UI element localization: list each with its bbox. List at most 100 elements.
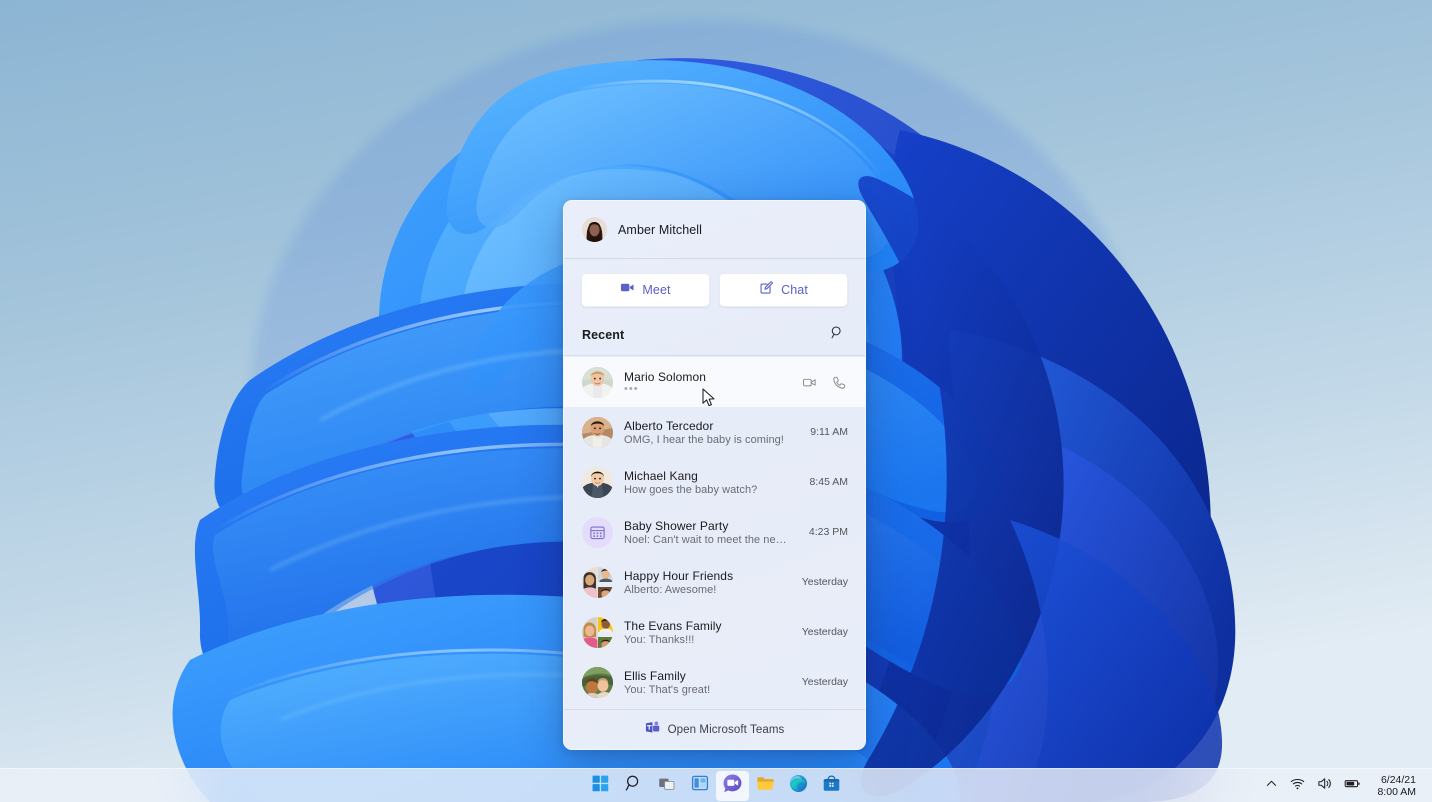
widgets-icon: [691, 774, 709, 797]
group-avatar-tile: [598, 617, 614, 638]
audio-call-icon[interactable]: [830, 373, 848, 391]
chat-item-hover-actions: [800, 373, 848, 391]
chat-item-text: Happy Hour Friends Alberto: Awesome!: [624, 569, 785, 596]
battery-button[interactable]: [1338, 772, 1367, 800]
chat-item-name: Michael Kang: [624, 469, 792, 483]
clock-and-date[interactable]: 6/24/21 8:00 AM: [1367, 772, 1424, 800]
teams-chat-flyout: Amber Mitchell Meet: [563, 200, 866, 750]
chat-item-time: Yesterday: [802, 576, 848, 588]
file-explorer-icon: [756, 774, 775, 798]
chat-item-preview: Noel: Can't wait to meet the new baby!: [624, 534, 792, 546]
task-view-button[interactable]: [650, 771, 683, 801]
recent-header: Recent: [564, 318, 865, 356]
open-microsoft-teams-button[interactable]: Open Microsoft Teams: [564, 709, 865, 749]
start-button[interactable]: [584, 771, 617, 801]
volume-button[interactable]: [1311, 772, 1338, 800]
group-avatar-tile: [582, 567, 598, 598]
chat-item-preview: You: That's great!: [624, 684, 785, 696]
group-avatar: [582, 617, 613, 648]
battery-icon: [1344, 776, 1361, 796]
show-hidden-icons-button[interactable]: [1259, 772, 1284, 800]
chat-item-name: Mario Solomon: [624, 370, 783, 384]
chat-item-time: Yesterday: [802, 676, 848, 688]
recent-title: Recent: [582, 328, 624, 342]
chat-item-name: Happy Hour Friends: [624, 569, 785, 583]
teams-chat-icon: [722, 773, 743, 799]
search-button[interactable]: [826, 324, 848, 346]
group-avatar-tile: [582, 617, 598, 648]
meet-button-label: Meet: [642, 283, 670, 297]
microsoft-store-icon: [822, 774, 841, 798]
wifi-icon: [1290, 776, 1305, 796]
chat-item-time: 9:11 AM: [810, 426, 848, 438]
taskbar: 6/24/21 8:00 AM: [0, 768, 1432, 802]
chat-item-time: Yesterday: [802, 626, 848, 638]
chat-list-item-alberto-tercedor[interactable]: Alberto Tercedor OMG, I hear the baby is…: [564, 407, 865, 457]
chat-item-name: Ellis Family: [624, 669, 785, 683]
desktop: Amber Mitchell Meet: [0, 0, 1432, 802]
compose-chat-icon: [759, 280, 774, 300]
video-call-icon[interactable]: [800, 373, 818, 391]
chat-item-time: 4:23 PM: [809, 526, 848, 538]
avatar[interactable]: [582, 217, 607, 242]
video-camera-icon: [620, 280, 635, 300]
microsoft-teams-icon: [645, 720, 660, 740]
search-button[interactable]: [617, 771, 650, 801]
chat-item-text: Alberto Tercedor OMG, I hear the baby is…: [624, 419, 793, 446]
avatar: [582, 367, 613, 398]
chat-list-item-mario-solomon[interactable]: Mario Solomon •••: [564, 357, 865, 407]
avatar: [582, 667, 613, 698]
search-icon: [625, 774, 643, 797]
chat-item-name: Baby Shower Party: [624, 519, 792, 533]
windows-logo-icon: [592, 775, 609, 797]
chat-item-preview: You: Thanks!!!: [624, 634, 785, 646]
chat-button-label: Chat: [781, 283, 808, 297]
network-button[interactable]: [1284, 772, 1311, 800]
file-explorer-button[interactable]: [749, 771, 782, 801]
chat-list-item-the-evans-family[interactable]: The Evans Family You: Thanks!!! Yesterda…: [564, 607, 865, 657]
chat-list-item-happy-hour-friends[interactable]: Happy Hour Friends Alberto: Awesome! Yes…: [564, 557, 865, 607]
taskbar-icon-group: [584, 771, 848, 801]
chat-item-text: Ellis Family You: That's great!: [624, 669, 785, 696]
panel-header: Amber Mitchell: [564, 201, 865, 259]
recent-chat-list: Mario Solomon •••: [564, 356, 865, 709]
chat-button[interactable]: Chat: [719, 273, 848, 307]
chat-item-text: The Evans Family You: Thanks!!!: [624, 619, 785, 646]
chat-item-preview: OMG, I hear the baby is coming!: [624, 434, 793, 446]
widgets-button[interactable]: [683, 771, 716, 801]
microsoft-edge-icon: [789, 774, 808, 798]
system-tray: 6/24/21 8:00 AM: [1259, 769, 1424, 802]
date-label: 6/24/21: [1381, 774, 1416, 786]
chat-list-item-baby-shower-party[interactable]: Baby Shower Party Noel: Can't wait to me…: [564, 507, 865, 557]
chat-button[interactable]: [716, 771, 749, 801]
chat-item-text: Mario Solomon •••: [624, 370, 783, 394]
typing-indicator: •••: [624, 385, 783, 394]
quick-actions: Meet Chat: [564, 259, 865, 318]
group-avatar-tile: [598, 587, 614, 598]
chat-list-item-ellis-family[interactable]: Ellis Family You: That's great! Yesterda…: [564, 657, 865, 707]
open-microsoft-teams-label: Open Microsoft Teams: [668, 724, 785, 736]
group-avatar: [582, 567, 613, 598]
microsoft-edge-button[interactable]: [782, 771, 815, 801]
chat-list-item-michael-kang[interactable]: Michael Kang How goes the baby watch? 8:…: [564, 457, 865, 507]
meet-button[interactable]: Meet: [581, 273, 710, 307]
chat-item-name: Alberto Tercedor: [624, 419, 793, 433]
chat-item-text: Baby Shower Party Noel: Can't wait to me…: [624, 519, 792, 546]
task-view-icon: [658, 774, 676, 797]
chevron-up-icon: [1265, 777, 1278, 795]
avatar: [582, 467, 613, 498]
group-avatar-tile: [598, 567, 614, 588]
time-label: 8:00 AM: [1377, 786, 1416, 798]
group-avatar-tile: [598, 637, 614, 648]
speaker-icon: [1317, 776, 1332, 796]
chat-item-name: The Evans Family: [624, 619, 785, 633]
chat-item-preview: How goes the baby watch?: [624, 484, 792, 496]
search-icon: [830, 325, 845, 345]
chat-item-time: 8:45 AM: [809, 476, 848, 488]
chat-item-preview: Alberto: Awesome!: [624, 584, 785, 596]
avatar: [582, 417, 613, 448]
calendar-icon: [582, 517, 613, 548]
user-name: Amber Mitchell: [618, 223, 702, 237]
chat-item-text: Michael Kang How goes the baby watch?: [624, 469, 792, 496]
microsoft-store-button[interactable]: [815, 771, 848, 801]
